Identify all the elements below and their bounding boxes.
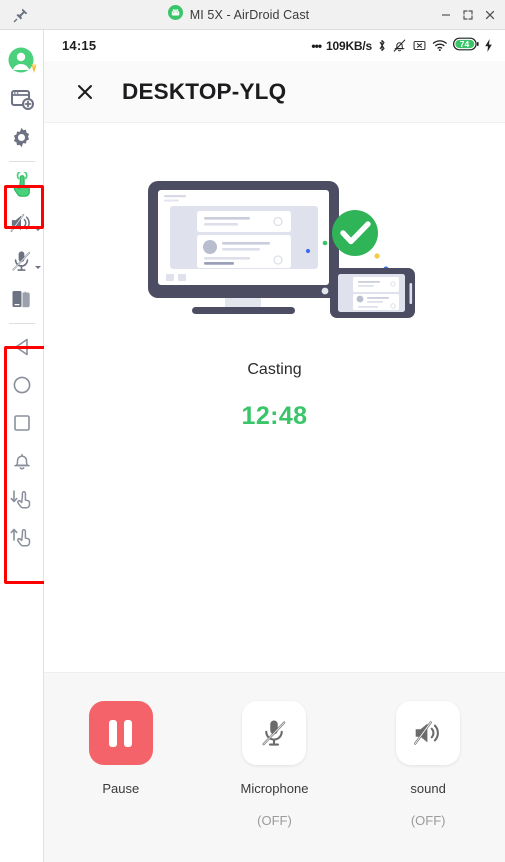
status-indicators: ••• 109KB/s 74 (311, 37, 493, 54)
sidebar-item-remote-control[interactable] (1, 166, 43, 204)
sidebar-item-download[interactable] (1, 480, 43, 518)
control-label: sound (410, 781, 446, 796)
sidebar-item-microphone[interactable] (1, 242, 43, 280)
back-triangle-icon (14, 338, 28, 356)
close-x-icon[interactable] (72, 79, 98, 105)
sim-x-icon (413, 41, 426, 50)
wifi-icon (432, 40, 447, 52)
sidebar-item-new-connection[interactable] (1, 80, 43, 118)
control-pause: Pause (61, 701, 181, 813)
bluetooth-icon (379, 39, 385, 52)
microphone-muted-icon (12, 251, 30, 271)
sidebar-item-notifications[interactable] (1, 442, 43, 480)
sidebar-item-settings[interactable] (1, 118, 43, 156)
battery-indicator: 74 (453, 37, 479, 54)
mirror-controls-bar: Pause Microphone (OFF) sound (OFF) (44, 672, 505, 862)
left-sidebar (0, 30, 52, 862)
cast-status-text: Casting (247, 361, 302, 378)
minimize-button[interactable] (435, 0, 457, 29)
sidebar-item-upload[interactable] (1, 518, 43, 556)
mirror-body: Casting 12:48 (44, 123, 505, 703)
recents-square-icon (13, 415, 30, 431)
window-title-area: MI 5X - AirDroid Cast (42, 4, 435, 25)
control-sound: sound (OFF) (368, 701, 488, 828)
hand-up-arrow-icon (10, 528, 30, 547)
pin-icon[interactable] (0, 0, 42, 29)
chevron-down-icon[interactable] (34, 266, 41, 269)
page-title: DESKTOP-YLQ (122, 78, 287, 104)
sidebar-item-nav-back[interactable] (1, 328, 43, 366)
bell-icon (13, 453, 30, 470)
bell-muted-icon (393, 39, 406, 52)
hand-down-arrow-icon (10, 490, 30, 509)
network-speed: 109KB/s (326, 38, 372, 53)
control-state: (OFF) (257, 813, 292, 828)
sidebar-item-nav-recents[interactable] (1, 404, 43, 442)
phone-status-bar: 14:15 ••• 109KB/s 74 (44, 30, 505, 61)
speaker-muted-icon (10, 214, 30, 232)
sidebar-item-file-transfer[interactable] (1, 280, 43, 318)
pause-icon (109, 719, 133, 747)
control-microphone: Microphone (OFF) (214, 701, 334, 828)
network-dots: ••• (311, 38, 322, 53)
gear-icon (13, 127, 30, 147)
add-window-icon (10, 90, 34, 110)
sidebar-item-device-sound[interactable] (1, 204, 43, 242)
maximize-button[interactable] (457, 0, 479, 29)
charging-bolt-icon (485, 39, 492, 52)
cast-timer: 12:48 (241, 402, 308, 430)
airdroid-cast-window: MI 5X - AirDroid Cast 14:15 ••• 109KB/s … (0, 0, 505, 862)
phone-mirror-view: 14:15 ••• 109KB/s 74 DESKTOP-YLQ Casting… (44, 30, 505, 862)
mirror-header: DESKTOP-YLQ (44, 61, 505, 123)
status-clock: 14:15 (62, 38, 97, 53)
battery-level-text: 74 (459, 39, 470, 49)
monitor-phone-casting-illustration (147, 181, 415, 318)
sidebar-divider-bottom (8, 323, 35, 324)
window-controls (435, 0, 505, 29)
file-transfer-icon (12, 291, 30, 308)
sidebar-item-account[interactable] (1, 42, 43, 80)
control-label: Pause (102, 781, 140, 796)
android-robot-icon (167, 4, 183, 25)
window-titlebar: MI 5X - AirDroid Cast (0, 0, 505, 30)
speaker-muted-icon (414, 721, 440, 745)
microphone-muted-icon (262, 720, 286, 746)
control-label: Microphone (240, 781, 309, 796)
microphone-button[interactable] (242, 701, 307, 765)
chevron-down-icon[interactable] (34, 228, 41, 231)
sound-button[interactable] (396, 701, 461, 765)
sidebar-divider-top (8, 161, 35, 162)
touch-hand-icon (13, 172, 30, 197)
close-button[interactable] (479, 0, 501, 29)
user-avatar-icon (8, 47, 36, 73)
home-circle-icon (13, 376, 30, 394)
pause-button[interactable] (88, 701, 153, 765)
control-state: (OFF) (410, 813, 446, 828)
window-title-text: MI 5X - AirDroid Cast (189, 7, 310, 22)
sidebar-item-nav-home[interactable] (1, 366, 43, 404)
